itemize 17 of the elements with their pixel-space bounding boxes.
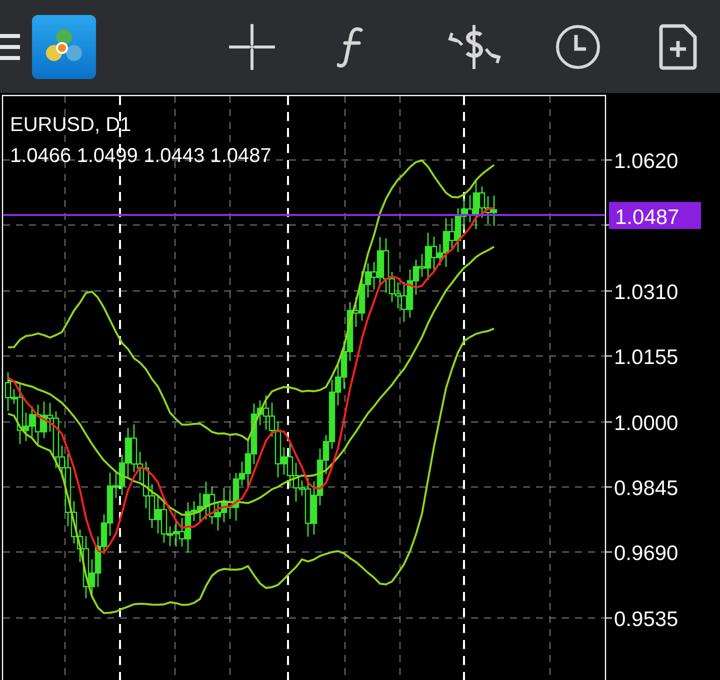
clock-icon[interactable]	[555, 24, 601, 70]
app-logo-icon[interactable]	[32, 14, 96, 78]
price-axis-label: 1.0620	[614, 150, 678, 173]
price-axis-label: 1.0000	[614, 412, 678, 435]
price-axis-label: 0.9690	[614, 542, 678, 565]
current-price-label: 1.0487	[609, 202, 701, 229]
price-axis-label: 0.9845	[614, 477, 678, 500]
new-document-icon[interactable]	[659, 24, 697, 70]
menu-icon[interactable]	[0, 32, 20, 60]
function-icon[interactable]	[337, 26, 365, 68]
ohlc-values: 1.0466 1.0499 1.0443 1.0487	[10, 145, 272, 167]
currency-exchange-icon[interactable]	[447, 22, 501, 70]
price-axis-label: 0.9535	[614, 608, 678, 631]
crosshair-icon[interactable]	[229, 24, 275, 70]
price-axis-label: 1.0155	[614, 346, 678, 369]
symbol-timeframe: EURUSD, D1	[10, 114, 132, 136]
price-axis-label: 1.0310	[614, 281, 678, 304]
